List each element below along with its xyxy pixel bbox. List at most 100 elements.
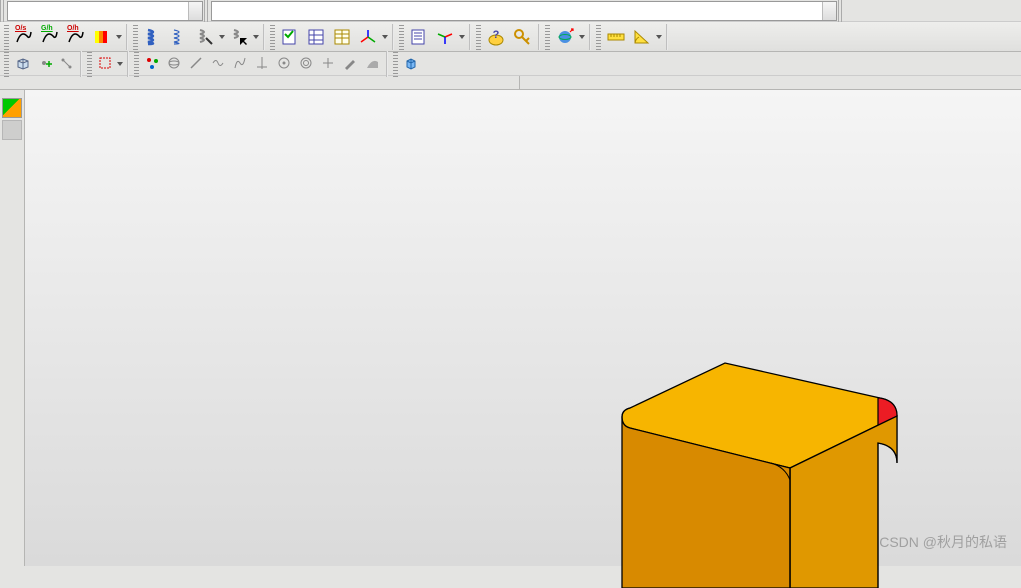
checklist-icon: [281, 28, 299, 46]
toolbar-snap: [0, 52, 1021, 76]
sheet-icon: [307, 28, 325, 46]
toolbar-grip[interactable]: [4, 24, 9, 50]
toolbar-grip[interactable]: [399, 24, 404, 50]
separator: [469, 24, 471, 50]
list-toggle-button[interactable]: [407, 25, 431, 49]
separator: [589, 24, 591, 50]
toolbar-grip[interactable]: [134, 51, 139, 77]
cube-button[interactable]: [401, 54, 421, 74]
combo-bar: [0, 0, 1021, 22]
toolbar-grip[interactable]: [476, 24, 481, 50]
spring-pen-icon: [196, 28, 214, 46]
sphere-icon: [556, 28, 574, 46]
separator: [80, 51, 82, 77]
combo-2-value[interactable]: [212, 2, 822, 20]
snap-atoms-button[interactable]: [142, 54, 162, 74]
spring-select-button[interactable]: [227, 25, 251, 49]
toolbar-grip[interactable]: [133, 24, 138, 50]
separator: [666, 24, 668, 50]
question-icon: ?: [487, 28, 505, 46]
dropdown-icon[interactable]: [218, 35, 226, 39]
dropdown-icon[interactable]: [252, 35, 260, 39]
spring-icon: [170, 28, 188, 46]
snap-vert-button[interactable]: [252, 54, 272, 74]
snap-ball-button[interactable]: [164, 54, 184, 74]
angle-button[interactable]: [630, 25, 654, 49]
select-rect-button[interactable]: [95, 54, 115, 74]
spreadsheet-button[interactable]: [304, 25, 328, 49]
plus-dot-icon: [37, 56, 52, 71]
snap-pencil-button[interactable]: [340, 54, 360, 74]
triad-icon: [436, 28, 454, 46]
axis-icon: [359, 28, 377, 46]
dropdown-icon[interactable]: [381, 35, 389, 39]
ball-icon: [167, 56, 182, 71]
ring-icon: [299, 56, 314, 71]
toolbar-main: O/s G/h O/h ?: [0, 22, 1021, 52]
dropdown-icon[interactable]: [116, 62, 124, 66]
box-iso-button[interactable]: [12, 54, 32, 74]
main-area: [0, 90, 1021, 566]
combo-2[interactable]: [210, 0, 838, 22]
snap-wave-button[interactable]: [208, 54, 228, 74]
check-list-button[interactable]: [278, 25, 302, 49]
os-curve-button[interactable]: O/s: [12, 25, 36, 49]
solid-model[interactable]: [600, 328, 920, 588]
dropdown-icon[interactable]: [115, 35, 123, 39]
toolbar-grip[interactable]: [4, 51, 9, 77]
part-thumb[interactable]: [2, 120, 22, 140]
dropdown-icon[interactable]: [458, 35, 466, 39]
grip[interactable]: [838, 0, 844, 22]
sphere-button[interactable]: [553, 25, 577, 49]
spring-icon: [144, 28, 162, 46]
pencil-icon: [343, 56, 358, 71]
viewport-divider: [0, 76, 1021, 90]
chevron-down-icon[interactable]: [188, 2, 202, 20]
key-button[interactable]: [510, 25, 534, 49]
model-thumb[interactable]: [2, 98, 22, 118]
cube-icon: [404, 56, 419, 71]
snap-ring-button[interactable]: [296, 54, 316, 74]
snap-plus-button[interactable]: [318, 54, 338, 74]
spring-outline-button[interactable]: [167, 25, 191, 49]
paint-strip-button[interactable]: [90, 25, 114, 49]
conn-icon: [59, 56, 74, 71]
oh-curve-button[interactable]: O/h: [64, 25, 88, 49]
separator: [263, 24, 265, 50]
combo-1-value[interactable]: [8, 2, 188, 20]
vaxis-icon: [255, 56, 270, 71]
toolbar-grip[interactable]: [393, 51, 398, 77]
help-button[interactable]: ?: [484, 25, 508, 49]
add-center-button[interactable]: [34, 54, 54, 74]
gh-curve-button[interactable]: G/h: [38, 25, 62, 49]
snap-line-button[interactable]: [186, 54, 206, 74]
axis-button[interactable]: [356, 25, 380, 49]
spring-solid-button[interactable]: [141, 25, 165, 49]
line-icon: [189, 56, 204, 71]
scurve-icon: [233, 56, 248, 71]
dropdown-icon[interactable]: [578, 35, 586, 39]
atoms-icon: [145, 56, 160, 71]
combo-1[interactable]: [6, 0, 204, 22]
spring-tool-button[interactable]: [193, 25, 217, 49]
viewport[interactable]: [25, 90, 1021, 566]
circdot-icon: [277, 56, 292, 71]
divider-col-1: [0, 76, 520, 90]
toolbar-grip[interactable]: [270, 24, 275, 50]
props-grid-button[interactable]: [330, 25, 354, 49]
triaxis-button[interactable]: [433, 25, 457, 49]
chevron-down-icon[interactable]: [822, 2, 836, 20]
ruler-button[interactable]: [604, 25, 628, 49]
toolbar-grip[interactable]: [596, 24, 601, 50]
wedge-icon: [365, 56, 380, 71]
key-icon: [513, 28, 531, 46]
toolbar-grip[interactable]: [545, 24, 550, 50]
snap-curve-button[interactable]: [230, 54, 250, 74]
separator: [386, 51, 388, 77]
dropdown-icon[interactable]: [655, 35, 663, 39]
connect-button[interactable]: [56, 54, 76, 74]
svg-text:?: ?: [493, 29, 500, 41]
snap-cdot-button[interactable]: [274, 54, 294, 74]
toolbar-grip[interactable]: [87, 51, 92, 77]
snap-wedge-button[interactable]: [362, 54, 382, 74]
